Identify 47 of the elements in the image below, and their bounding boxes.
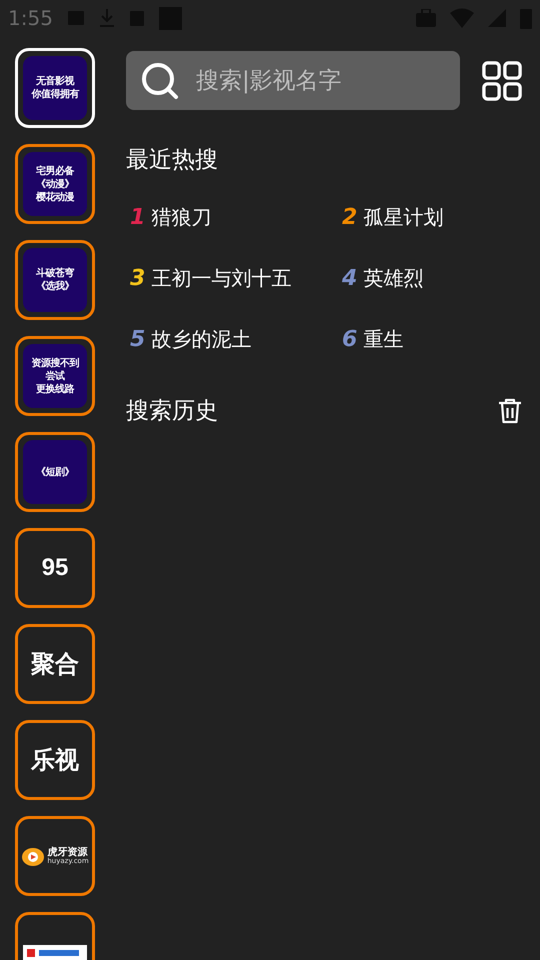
- rank-number: 6: [342, 326, 358, 352]
- rank-number: 4: [342, 266, 358, 290]
- banner-text: 宅男必备: [36, 164, 74, 178]
- hot-search-title: 王初一与刘十五: [151, 264, 292, 292]
- grid-icon[interactable]: [482, 60, 522, 102]
- source-tile[interactable]: 资源搜不到 尝试 更换线路: [15, 336, 95, 416]
- status-time: 1:55: [8, 6, 53, 30]
- search-field[interactable]: 搜索|影视名字: [194, 51, 446, 110]
- hot-search-title: 英雄烈: [363, 264, 424, 292]
- source-tile[interactable]: 《短剧》: [15, 432, 95, 512]
- banner-text: 尝试: [46, 370, 64, 382]
- hot-search-item[interactable]: 5 故乡的泥土: [130, 325, 342, 353]
- rank-number: 2: [342, 204, 358, 230]
- hot-search-title: 故乡的泥土: [151, 326, 252, 352]
- source-tile[interactable]: 宅男必备 《动漫》 樱花动漫: [15, 144, 95, 224]
- section-title: 搜索历史: [126, 397, 218, 426]
- mascot-icon: [21, 845, 46, 867]
- hot-search-title: 重生: [363, 326, 404, 352]
- banner-text: 《选我》: [36, 280, 74, 293]
- rank-number: 1: [130, 204, 146, 230]
- banner-text: 更换线路: [36, 382, 74, 396]
- trash-icon[interactable]: [498, 398, 522, 424]
- banner-text: 《短剧》: [36, 466, 74, 478]
- banner-text: 无音影视: [36, 75, 74, 88]
- hot-search-item[interactable]: 6 重生: [342, 325, 522, 353]
- source-tile[interactable]: 无音影视 你值得拥有: [15, 48, 95, 128]
- hot-search-title: 猎狼刀: [151, 204, 212, 230]
- banner-text: 你值得拥有: [31, 88, 79, 101]
- hot-search-item[interactable]: 1 猎狼刀: [130, 203, 342, 231]
- rank-number: 5: [130, 326, 146, 352]
- hot-search-item[interactable]: 4 英雄烈: [342, 264, 522, 292]
- search-bar[interactable]: 搜索|影视名字: [126, 51, 460, 110]
- hot-search-item[interactable]: 3 王初一与刘十五: [130, 264, 342, 292]
- logo-name: 虎牙资源: [47, 846, 88, 858]
- banner-text: 资源搜不到: [31, 356, 79, 370]
- banner-text: 《动漫》: [36, 178, 74, 190]
- source-tile[interactable]: 斗破苍穹 《选我》: [15, 240, 95, 320]
- banner-text: 樱花动漫: [36, 190, 74, 204]
- hot-search-item[interactable]: 2 孤星计划: [342, 203, 522, 231]
- source-button[interactable]: 聚合: [15, 624, 95, 704]
- search-icon: [140, 60, 180, 100]
- source-button[interactable]: 乐视: [15, 720, 95, 800]
- source-button[interactable]: 95: [15, 528, 95, 608]
- banner-text: 斗破苍穹: [36, 267, 74, 280]
- rank-number: 3: [130, 266, 146, 290]
- section-title: 最近热搜: [126, 147, 218, 173]
- hot-search-title: 孤星计划: [363, 204, 444, 230]
